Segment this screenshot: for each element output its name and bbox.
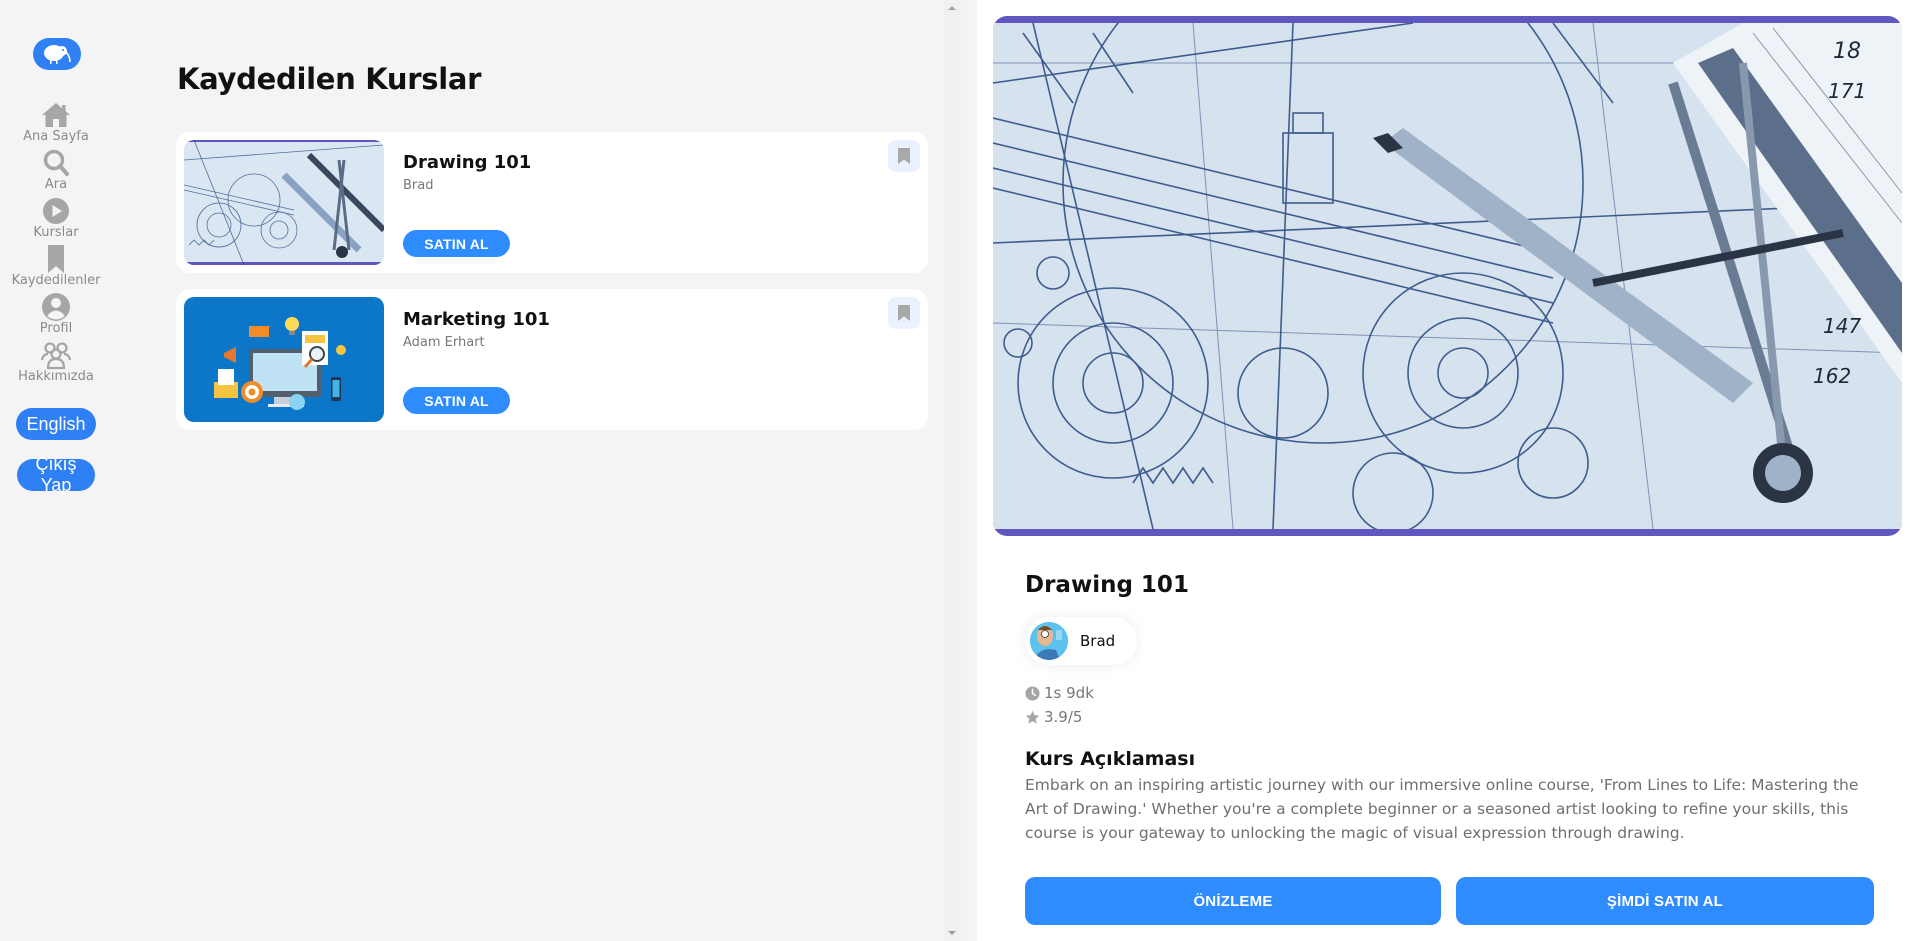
sidebar-item-search[interactable]: Ara [40, 148, 72, 196]
marketing-image [184, 297, 384, 422]
rating-value: 3.9/5 [1044, 708, 1083, 726]
course-card[interactable]: Marketing 101 Adam Erhart SATIN AL [176, 289, 928, 430]
sidebar-item-label: Kaydedilenler [11, 273, 101, 288]
course-author: Brad [403, 178, 434, 193]
star-icon [1025, 710, 1040, 724]
bookmark-icon [898, 148, 910, 164]
course-title[interactable]: Drawing 101 [403, 152, 531, 173]
sidebar-item-saved[interactable]: Kaydedilenler [11, 244, 101, 292]
language-button[interactable]: English [16, 408, 96, 440]
sidebar-item-about[interactable]: Hakkımızda [18, 340, 94, 388]
course-detail-panel: 18 171 147 162 Drawing 101 Brad 1s 9dk 3… [977, 0, 1920, 941]
sidebar: Ana Sayfa Ara Kurslar Kaydedilenler Prof… [0, 0, 112, 941]
clock-icon [1025, 685, 1040, 701]
course-duration: 1s 9dk [1025, 684, 1094, 702]
sidebar-item-label: Ana Sayfa [23, 129, 89, 144]
buy-button[interactable]: SATIN AL [403, 387, 510, 414]
sidebar-item-courses[interactable]: Kurslar [33, 196, 79, 244]
home-icon [42, 103, 70, 127]
description-title: Kurs Açıklaması [1025, 748, 1196, 770]
course-hero-image: 18 171 147 162 [993, 16, 1902, 536]
search-icon [43, 149, 69, 176]
scrollbar[interactable] [944, 0, 961, 941]
bookmark-icon [48, 245, 64, 273]
course-author: Adam Erhart [403, 335, 485, 350]
sidebar-item-label: Kurslar [33, 225, 79, 240]
course-card[interactable]: Drawing 101 Brad SATIN AL [176, 132, 928, 273]
course-rating: 3.9/5 [1025, 708, 1082, 726]
users-icon [40, 342, 72, 370]
sidebar-item-label: Profil [39, 321, 73, 336]
course-title[interactable]: Marketing 101 [403, 309, 550, 330]
sidebar-item-label: Ara [44, 177, 68, 192]
scroll-down-arrow-icon[interactable] [948, 931, 956, 935]
svg-text:162: 162 [1813, 364, 1851, 388]
blueprint-hero-image: 18 171 147 162 [993, 23, 1902, 529]
sidebar-nav: Ana Sayfa Ara Kurslar Kaydedilenler Prof… [0, 100, 112, 388]
author-name: Brad [1080, 632, 1116, 650]
blueprint-image [184, 140, 384, 265]
course-thumbnail[interactable] [184, 140, 384, 265]
author-avatar [1030, 622, 1068, 660]
bookmark-button[interactable] [888, 297, 920, 329]
course-description: Embark on an inspiring artistic journey … [1025, 776, 1859, 842]
sidebar-item-label: Hakkımızda [18, 369, 94, 384]
user-circle-icon [42, 293, 70, 321]
play-circle-icon [42, 198, 69, 224]
sidebar-item-profile[interactable]: Profil [40, 292, 72, 340]
svg-text:18: 18 [1833, 39, 1861, 64]
page-title: Kaydedilen Kurslar [177, 62, 482, 96]
scroll-up-arrow-icon[interactable] [948, 6, 956, 10]
bookmark-button[interactable] [888, 140, 920, 172]
buy-button[interactable]: SATIN AL [403, 230, 510, 257]
preview-button[interactable]: ÖNİZLEME [1025, 877, 1441, 925]
sidebar-item-home[interactable]: Ana Sayfa [23, 100, 89, 148]
author-chip[interactable]: Brad [1025, 617, 1137, 665]
avatar-image [1030, 622, 1068, 660]
svg-text:171: 171 [1828, 79, 1866, 103]
kiwi-logo-icon [44, 45, 71, 64]
course-detail-title: Drawing 101 [1025, 572, 1189, 598]
logout-button[interactable]: Çıkış Yap [17, 454, 95, 495]
bookmark-icon [898, 305, 910, 321]
svg-text:147: 147 [1823, 314, 1861, 338]
duration-value: 1s 9dk [1044, 684, 1094, 702]
course-thumbnail[interactable] [184, 297, 384, 422]
logo[interactable] [33, 38, 81, 70]
buy-now-button[interactable]: ŞİMDİ SATIN AL [1456, 877, 1874, 925]
